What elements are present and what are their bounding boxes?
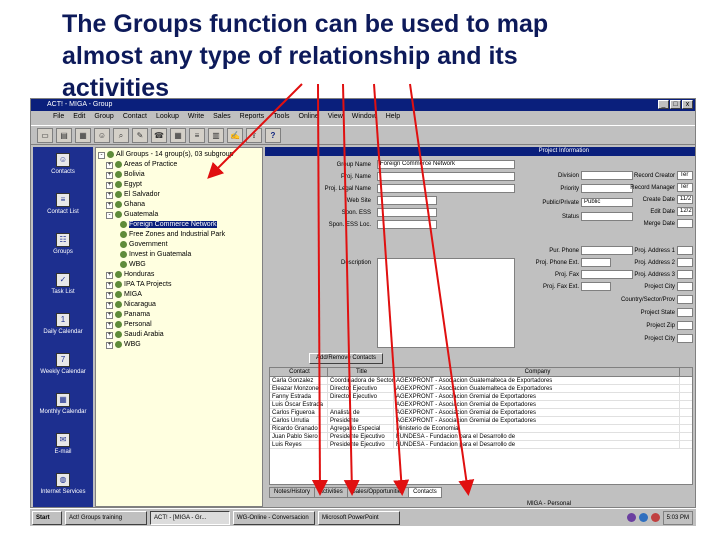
arrow-to-group <box>207 83 303 179</box>
arrow-to-contacts-tab <box>409 83 475 496</box>
arrow-to-activities-tab <box>342 83 360 496</box>
annotation-arrows <box>207 83 475 496</box>
arrow-to-notes-tab <box>311 83 328 496</box>
arrow-to-sales-tab <box>373 83 410 496</box>
